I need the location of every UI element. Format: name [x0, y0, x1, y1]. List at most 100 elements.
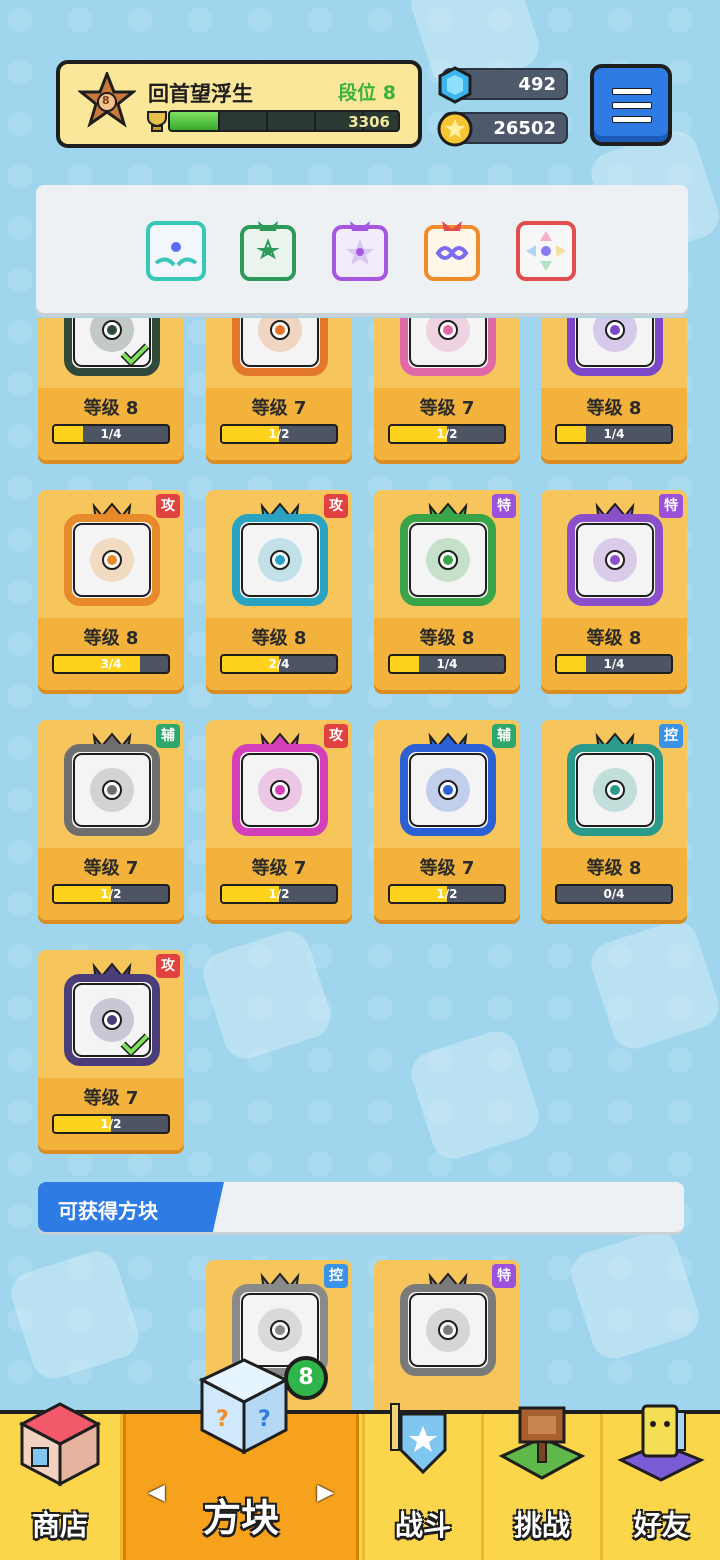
- nav-challenge[interactable]: 挑战: [484, 1406, 600, 1560]
- dice-card[interactable]: 攻等级 8 3/4: [38, 490, 184, 690]
- dice-card[interactable]: 等级 7 1/2: [206, 318, 352, 460]
- equipped-check-icon: [120, 1033, 150, 1056]
- dice-upgrade-progress: 1/2: [52, 884, 170, 904]
- dice-skin-icon: [396, 732, 500, 836]
- dice-upgrade-progress-text: 1/2: [436, 887, 458, 901]
- dice-card[interactable]: 特等级 8 1/4: [374, 490, 520, 690]
- dice-upgrade-progress-text: 1/2: [436, 427, 458, 441]
- filter-rainbow-dragon-skin[interactable]: [420, 219, 484, 283]
- dice-type-tag: 攻: [324, 494, 348, 518]
- nav-battle[interactable]: 战斗: [365, 1403, 481, 1560]
- nav-shop[interactable]: 商店: [0, 1402, 120, 1560]
- filter-hands-skin[interactable]: [144, 219, 208, 283]
- dice-card[interactable]: 控等级 8 0/4: [541, 720, 687, 920]
- dice-type-tag: 特: [492, 494, 516, 518]
- gem-icon: [438, 66, 472, 104]
- obtainable-title: 可获得方块: [58, 1199, 158, 1223]
- coin-counter[interactable]: 26502: [437, 111, 568, 147]
- bottom-navigation: 商店 ? ? ◀ ▶ 方块 战斗 挑战 好友: [0, 1358, 720, 1560]
- nav-dice[interactable]: ? ? ◀ ▶ 方块: [123, 1358, 359, 1560]
- dice-upgrade-progress: 1/2: [52, 1114, 170, 1134]
- dice-upgrade-progress-text: 0/4: [603, 887, 625, 901]
- dice-type-tag: 控: [324, 1264, 348, 1288]
- filter-green-dragon-skin[interactable]: [236, 219, 300, 283]
- dice-level: 等级 8: [586, 858, 642, 879]
- nav-shop-label: 商店: [31, 1509, 88, 1542]
- dice-upgrade-progress-text: 1/4: [436, 657, 458, 671]
- dice-card[interactable]: 辅等级 7 1/2: [38, 720, 184, 920]
- dice-notification-badge: 8: [284, 1356, 328, 1400]
- trophy-xp-icon: [147, 111, 167, 132]
- coin-icon: [437, 111, 473, 147]
- svg-text:?: ?: [216, 1407, 229, 1432]
- nav-challenge-label: 挑战: [513, 1509, 570, 1542]
- dice-level: 等级 7: [419, 398, 475, 419]
- rank-badge-number: 8: [102, 94, 110, 107]
- dice-skin-icon: [563, 502, 667, 606]
- obtainable-dice-header: 可获得方块: [38, 1182, 684, 1232]
- menu-icon: [612, 88, 652, 95]
- dice-card[interactable]: 等级 7 1/2: [374, 318, 520, 460]
- obtainable-dice-card[interactable]: 特: [374, 1260, 520, 1420]
- dice-card[interactable]: 等级 8 1/4: [541, 318, 687, 460]
- dice-upgrade-progress: 1/2: [388, 884, 506, 904]
- hands-die-skin-icon: [146, 221, 206, 281]
- dice-skin-icon: [60, 502, 164, 606]
- filter-rainbow-skin[interactable]: [514, 219, 578, 283]
- mystery-dice-box-icon: ? ?: [198, 1358, 290, 1455]
- dice-type-tag: 攻: [324, 724, 348, 748]
- locked-dice-icon: [396, 1272, 500, 1376]
- dice-card[interactable]: 特等级 8 1/4: [541, 490, 687, 690]
- dice-upgrade-progress: 1/2: [388, 424, 506, 444]
- svg-text:?: ?: [258, 1407, 271, 1432]
- dice-skin-icon: [563, 732, 667, 836]
- dice-card[interactable]: 等级 8 1/4: [38, 318, 184, 460]
- xp-progress-fill: [170, 112, 218, 130]
- dice-type-tag: 辅: [156, 724, 180, 748]
- purple-dragon-die-skin-icon: [332, 221, 388, 281]
- rainbow-dragon-die-skin-icon: [424, 221, 480, 281]
- dice-type-tag: 攻: [156, 494, 180, 518]
- xp-progress-bar: 3306: [168, 110, 400, 132]
- dice-type-tag: 辅: [492, 724, 516, 748]
- dice-upgrade-progress: 1/2: [220, 884, 338, 904]
- dice-upgrade-progress-text: 1/4: [603, 657, 625, 671]
- nav-friends[interactable]: 好友: [603, 1404, 720, 1560]
- dice-type-tag: 特: [492, 1264, 516, 1288]
- dice-level: 等级 8: [586, 398, 642, 419]
- challenge-signpost-icon: [498, 1406, 586, 1480]
- dice-upgrade-progress-text: 1/2: [268, 427, 290, 441]
- dice-collection-grid: 等级 8 1/4 等级 7 1/2 等级 7 1/2 等级 8 1/4 攻等级 8 3/4 攻等级 …: [0, 318, 720, 1410]
- coin-amount: 26502: [493, 118, 556, 139]
- dice-skin-icon: [396, 502, 500, 606]
- player-name: 回首望浮生: [148, 82, 253, 106]
- dice-type-tag: 攻: [156, 954, 180, 978]
- dice-level: 等级 8: [83, 628, 139, 649]
- gem-amount: 492: [518, 74, 556, 95]
- dice-upgrade-progress: 1/4: [555, 424, 673, 444]
- tier-label: 段位 8: [338, 82, 396, 104]
- dice-upgrade-progress-text: 1/2: [100, 887, 122, 901]
- rainbow-die-skin-icon: [516, 221, 576, 281]
- dice-level: 等级 7: [251, 858, 307, 879]
- dice-type-tag: 特: [659, 494, 683, 518]
- dice-card[interactable]: 攻等级 8 2/4: [206, 490, 352, 690]
- xp-value: 3306: [348, 113, 390, 131]
- nav-friends-label: 好友: [633, 1509, 690, 1542]
- dice-card[interactable]: 攻等级 7 1/2: [206, 720, 352, 920]
- player-profile-card[interactable]: 8 回首望浮生 段位 8 3306: [56, 60, 422, 148]
- menu-button[interactable]: [590, 64, 672, 146]
- dice-skin-icon: [228, 732, 332, 836]
- dice-card[interactable]: 辅等级 7 1/2: [374, 720, 520, 920]
- gem-counter[interactable]: 492: [438, 66, 568, 104]
- dice-skin-icon: [60, 732, 164, 836]
- dice-upgrade-progress-text: 1/4: [603, 427, 625, 441]
- dice-level: 等级 7: [251, 398, 307, 419]
- dice-upgrade-progress: 1/4: [555, 654, 673, 674]
- filter-purple-dragon-skin[interactable]: [328, 219, 392, 283]
- shop-icon: [18, 1402, 102, 1487]
- dice-level: 等级 8: [586, 628, 642, 649]
- dice-upgrade-progress-text: 3/4: [100, 657, 122, 671]
- dice-level: 等级 8: [419, 628, 475, 649]
- dice-card[interactable]: 攻等级 7 1/2: [38, 950, 184, 1150]
